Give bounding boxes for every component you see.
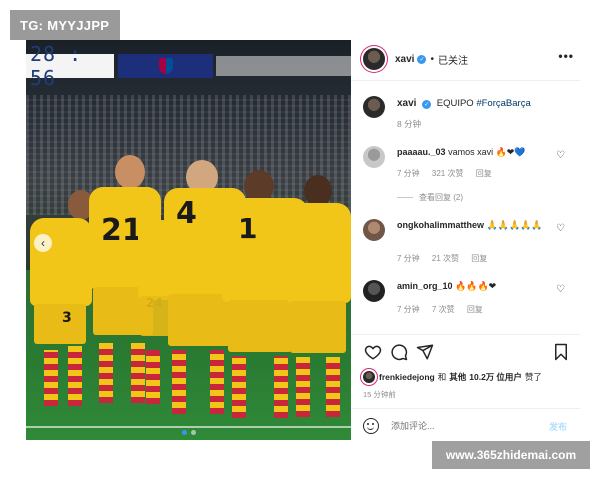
avatar[interactable]	[363, 280, 385, 302]
post-comment-button[interactable]: 发布	[549, 420, 567, 433]
comment-emojis: 🔥❤💙	[495, 148, 526, 158]
reply-button[interactable]: 回复	[471, 254, 487, 263]
comment-input-bar: 发布	[363, 416, 573, 436]
comment-like-heart-icon[interactable]: ♡	[556, 150, 565, 161]
jersey-number: 4	[176, 196, 197, 231]
caption-hashtag[interactable]: #ForçaBarça	[476, 98, 530, 109]
post-side-panel: xavi ✓ • 已关注 ••• xavi ✓ EQUIPO #ForçaBar…	[351, 40, 580, 440]
jersey-number: 21	[101, 213, 143, 248]
post-actions	[363, 342, 573, 364]
ad-board-white	[216, 56, 351, 76]
header-username[interactable]: xavi	[395, 54, 414, 65]
header-divider	[351, 80, 580, 81]
input-divider	[351, 408, 580, 409]
avatar[interactable]	[363, 219, 385, 241]
emoji-icon[interactable]	[363, 418, 379, 434]
comment-like-heart-icon[interactable]: ♡	[556, 284, 565, 295]
follow-status-button[interactable]: 已关注	[438, 52, 468, 67]
comment-body: vamos xavi	[448, 147, 494, 157]
scoreboard-clock: 28 : 56	[26, 42, 114, 90]
comment-likes[interactable]: 7 次赞	[432, 305, 455, 314]
comment-like-heart-icon[interactable]: ♡	[556, 223, 565, 234]
more-icon[interactable]: •••	[558, 49, 574, 63]
comment-meta: 7 分钟 21 次赞 回复	[397, 253, 497, 264]
caption-text: xavi ✓ EQUIPO #ForçaBarça	[397, 98, 531, 109]
comment-emojis: 🔥🔥🔥❤	[455, 282, 497, 292]
reply-button[interactable]: 回复	[476, 169, 492, 178]
caption-time: 8 分钟	[397, 119, 422, 129]
comment-meta: 7 分钟 7 次赞 回复	[397, 304, 493, 315]
comment-emojis: 🙏🙏🙏🙏🙏	[486, 221, 543, 231]
actions-divider	[351, 334, 580, 335]
watermark-top-left: TG: MYYJJPP	[10, 10, 120, 40]
heart-icon[interactable]	[363, 342, 383, 362]
comment-time: 7 分钟	[397, 305, 420, 314]
carousel-dot[interactable]	[190, 430, 196, 435]
post-time: 15 分钟前	[363, 390, 396, 399]
comment-input[interactable]	[391, 421, 521, 431]
carousel-dot[interactable]	[181, 430, 187, 435]
bookmark-icon[interactable]	[551, 342, 571, 362]
carousel-dots	[26, 430, 351, 435]
comment-text: paaaau._03 vamos xavi 🔥❤💙	[397, 146, 547, 160]
comment-item: paaaau._03 vamos xavi 🔥❤💙 ♡ 7 分钟 321 次赞 …	[363, 142, 573, 212]
likes-users-label[interactable]: 位用户	[496, 371, 522, 383]
comment-time: 7 分钟	[397, 169, 420, 178]
verified-icon: ✓	[417, 54, 427, 64]
jersey-number: 1	[238, 212, 258, 245]
likes-first-user[interactable]: frenkiedejong	[379, 372, 435, 382]
likes-and: 和	[437, 372, 447, 382]
caption-body: EQUIPO	[436, 98, 474, 109]
separator-dot: •	[430, 53, 434, 65]
comment-text: ongkohalimmatthew 🙏🙏🙏🙏🙏	[397, 219, 547, 233]
comment-item: amin_org_10 🔥🔥🔥❤ ♡ 7 分钟 7 次赞 回复	[363, 276, 573, 326]
share-icon[interactable]	[415, 342, 435, 362]
likes-summary: frenkiedejong 和 其他 10.2万 位用户 赞了	[363, 370, 578, 384]
comment-text: amin_org_10 🔥🔥🔥❤	[397, 280, 547, 294]
avatar[interactable]	[363, 96, 385, 118]
barca-crest-icon	[158, 58, 173, 74]
barca-ad-board	[118, 54, 213, 78]
comment-time: 7 分钟	[397, 254, 420, 263]
post-header: xavi ✓ • 已关注	[363, 48, 573, 70]
comment-icon[interactable]	[389, 342, 409, 362]
comment-likes[interactable]: 321 次赞	[432, 169, 464, 178]
comment-likes[interactable]: 21 次赞	[432, 254, 459, 263]
likes-liked: 赞了	[524, 372, 542, 382]
avatar[interactable]	[363, 146, 385, 168]
reply-button[interactable]: 回复	[467, 305, 483, 314]
view-replies-button[interactable]: 查看回复 (2)	[397, 192, 463, 203]
likes-count[interactable]: 10.2万	[469, 371, 494, 383]
watermark-bottom-right: www.365zhidemai.com	[432, 441, 590, 469]
comment-item: ongkohalimmatthew 🙏🙏🙏🙏🙏 ♡ 7 分钟 21 次赞 回复	[363, 215, 573, 271]
comment-meta: 7 分钟 321 次赞 回复	[397, 168, 502, 179]
caption-username[interactable]: xavi	[397, 98, 416, 109]
comment-username[interactable]: ongkohalimmatthew	[397, 220, 484, 230]
player-right	[286, 175, 351, 425]
post-photo[interactable]: 28 : 56 3 21 24 4 1	[26, 40, 351, 440]
jersey-number: 3	[62, 310, 72, 326]
comment-username[interactable]: paaaau._03	[397, 147, 446, 157]
comment-username[interactable]: amin_org_10	[397, 281, 453, 291]
carousel-arrow-icon[interactable]: ‹	[34, 234, 52, 252]
avatar[interactable]	[363, 371, 375, 383]
likes-others[interactable]: 其他	[449, 371, 466, 383]
avatar[interactable]	[363, 48, 385, 70]
verified-icon: ✓	[422, 100, 432, 109]
